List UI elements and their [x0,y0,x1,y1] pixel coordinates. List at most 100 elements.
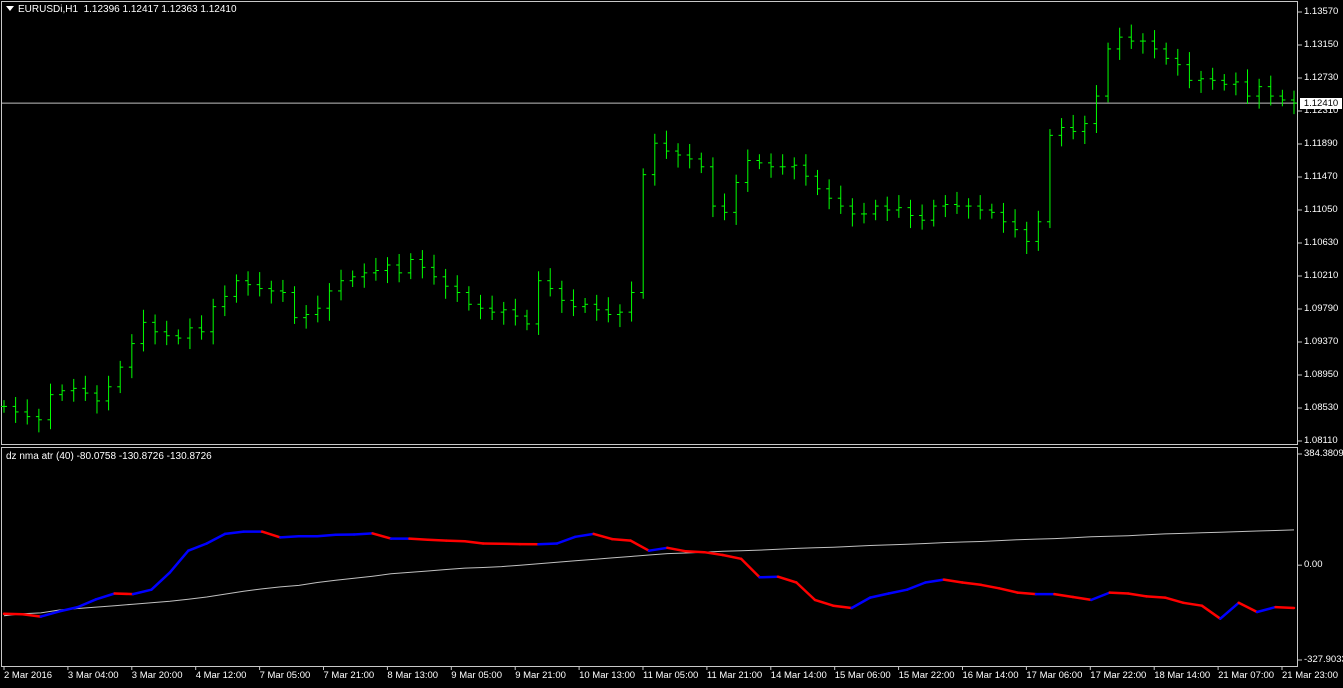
price-bar [489,295,496,320]
indicator-main-segment [316,533,337,538]
indicator-main-segment [1090,591,1111,602]
indicator-main-segment [666,546,688,553]
price-bar [1267,75,1274,106]
price-bar [256,272,263,297]
indicator-main-segment [205,532,227,545]
price-bar [1116,27,1123,60]
price-bar [1081,115,1088,144]
price-bar [454,275,461,302]
price-bar [303,305,310,329]
price-tick-label: 1.08110 [1304,435,1338,446]
price-tick-label: 1.13150 [1304,39,1339,50]
indicator-main-segment [58,605,79,613]
price-bar [384,257,391,284]
indicator-main-segment [979,583,1001,590]
indicator-main-segment [187,542,208,552]
time-tick-label: 11 Mar 05:00 [643,670,699,681]
price-bar [640,168,647,299]
time-tick-label: 21 Mar 07:00 [1218,670,1275,681]
indicator-main-segment [1145,595,1167,599]
price-bar [268,280,275,304]
price-bar [512,298,519,326]
indicator-main-segment [555,535,577,545]
price-bar [826,179,833,210]
price-bar [1,400,7,413]
price-bar [628,281,635,322]
time-tick-label: 3 Mar 04:00 [67,670,119,681]
time-tick-label: 15 Mar 06:00 [834,670,891,681]
indicator-main-segment [795,581,817,602]
price-bar [988,203,995,219]
price-bar [919,204,926,230]
price-bar [547,268,554,297]
time-tick-label: 18 Mar 14:00 [1154,670,1211,681]
indicator-main-segment [445,539,466,543]
indicator-main-segment [1163,596,1185,605]
time-tick-label: 9 Mar 21:00 [515,670,566,681]
indicator-main-segment [1237,601,1259,614]
price-tick-label: 1.09790 [1304,303,1339,314]
time-tick-label: 4 Mar 12:00 [195,670,247,681]
indicator-main-segment [1053,592,1075,599]
price-tick-label: 1.11890 [1304,138,1338,149]
price-bar [814,169,821,196]
time-tick-label: 7 Mar 21:00 [323,670,375,681]
indicator-main-segment [758,575,780,579]
indicator-main-segment [21,613,43,618]
price-bar [35,408,42,433]
indicator-main-segment [131,588,153,596]
price-tick-label: 1.11050 [1304,204,1338,215]
price-bar [431,254,437,285]
price-bar [407,253,414,280]
price-bar [500,301,507,325]
price-bar [70,378,77,402]
price-bar [953,191,960,214]
price-bar [651,133,658,186]
indicator-main-segment [629,539,651,552]
price-bar [233,274,240,303]
price-bar [47,383,54,430]
indicator-main-segment [739,557,761,579]
indicator-main-segment [1016,591,1038,596]
indicator-main-segment [94,592,116,601]
price-bar [1023,221,1030,254]
price-bar [1046,129,1053,229]
indicator-signal-line [3,529,1295,617]
indicator-main-segment [279,534,301,539]
price-bar [768,153,775,178]
indicator-main-segment [684,550,706,554]
time-tick-label: 17 Mar 06:00 [1026,670,1083,681]
price-bar [1174,48,1181,76]
price-bar [523,309,530,331]
price-bar [24,399,31,425]
price-bar [1058,118,1065,147]
indicator-main-segment [150,571,172,591]
indicator-main-segment [924,578,946,584]
indicator-main-segment [776,575,798,584]
indicator-main-segment [1255,605,1277,614]
price-bar [884,196,891,221]
indicator-main-segment [426,538,448,542]
indicator-main-segment [168,549,190,574]
price-bar [186,318,193,350]
price-bar [128,334,135,379]
price-bar [12,397,19,423]
price-bar [210,298,217,345]
price-bar [1012,209,1019,238]
price-bar [1198,70,1205,93]
price-bar [163,320,170,346]
price-bar [942,195,949,218]
indicator-main-segment [961,581,982,587]
indicator-main-segment [223,530,245,536]
price-bar [1105,42,1112,103]
price-bar [361,263,368,288]
price-bar [140,309,147,352]
price-bar [1291,90,1297,115]
price-bar [396,254,403,283]
price-bar [117,360,124,394]
price-bar [605,297,612,323]
price-tick-label: 1.11470 [1304,171,1338,182]
indicator-tick-label: 384.3809 [1304,448,1343,459]
indicator-main-segment [1219,601,1240,620]
indicator-main-segment [850,596,872,610]
